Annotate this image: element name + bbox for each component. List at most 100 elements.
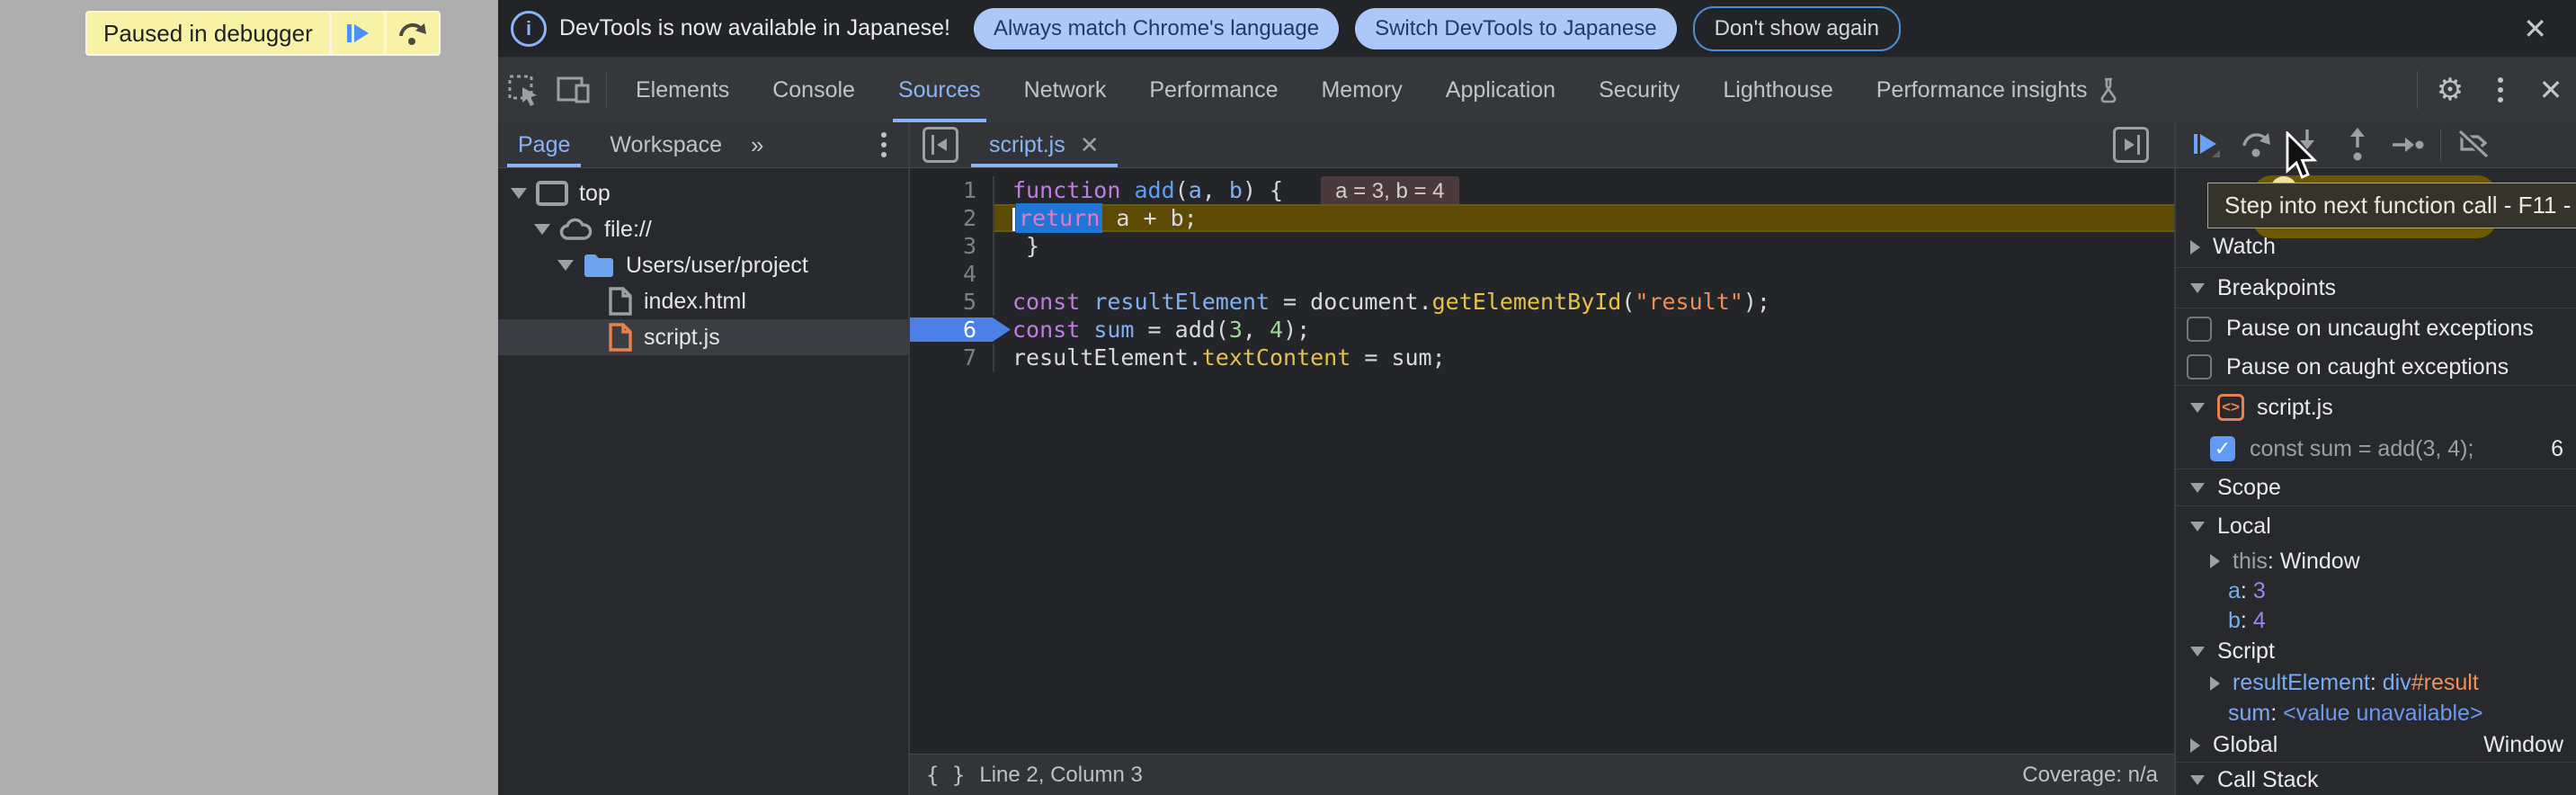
navigator-menu-kebab-icon[interactable] xyxy=(881,132,887,157)
tree-item-index-html[interactable]: index.html xyxy=(498,283,908,319)
resume-button[interactable] xyxy=(2181,123,2232,166)
step-icon xyxy=(2391,135,2425,155)
collapse-navigator-icon[interactable] xyxy=(923,127,958,163)
infobar-message: DevTools is now available in Japanese! xyxy=(559,15,950,41)
line-number[interactable]: 3 xyxy=(910,232,994,260)
code-line: 5const resultElement = document.getEleme… xyxy=(910,288,2174,316)
navigator-toolbar: Page Workspace » xyxy=(498,122,908,168)
pause-caught-checkbox[interactable] xyxy=(2187,354,2212,380)
switch-to-japanese-button[interactable]: Switch DevTools to Japanese xyxy=(1355,8,1677,49)
tree-item-script-js[interactable]: script.js xyxy=(498,319,908,355)
more-tabs-chevron[interactable]: » xyxy=(742,131,770,159)
tab-security[interactable]: Security xyxy=(1577,58,1701,122)
pause-uncaught-label: Pause on uncaught exceptions xyxy=(2226,316,2534,342)
inspect-icon xyxy=(507,74,539,106)
device-toolbar-icon xyxy=(557,75,591,105)
step-out-button[interactable] xyxy=(2332,123,2383,166)
callstack-section-header[interactable]: Call Stack xyxy=(2176,763,2576,795)
resume-icon xyxy=(2190,129,2223,161)
code-line: 6const sum = add(3, 4); xyxy=(910,316,2174,344)
settings-gear-icon[interactable]: ⚙ xyxy=(2425,67,2475,112)
tree-item-project-folder[interactable]: Users/user/project xyxy=(498,247,908,283)
tab-performance[interactable]: Performance xyxy=(1128,58,1299,122)
resume-script-button[interactable] xyxy=(329,13,384,54)
inspect-element-button[interactable] xyxy=(498,67,548,112)
collapse-arrow-icon[interactable] xyxy=(2190,240,2200,255)
devtools-close-icon[interactable]: ✕ xyxy=(2526,67,2576,112)
infobar-close-icon[interactable]: ✕ xyxy=(2523,14,2547,43)
editor-tab-close-icon[interactable]: ✕ xyxy=(1080,133,1100,156)
scope-sum-row[interactable]: sum: <value unavailable> xyxy=(2176,699,2576,728)
scope-b-row[interactable]: b: 4 xyxy=(2176,606,2576,636)
device-toolbar-button[interactable] xyxy=(548,67,599,112)
scope-key: a xyxy=(2228,578,2241,604)
breakpoint-entry[interactable]: ✓ const sum = add(3, 4); 6 xyxy=(2176,429,2576,469)
scope-a-row[interactable]: a: 3 xyxy=(2176,576,2576,606)
tree-item-top[interactable]: top xyxy=(498,175,908,211)
tree-item-file-origin[interactable]: file:// xyxy=(498,211,908,247)
expand-arrow-icon[interactable] xyxy=(534,224,550,235)
pretty-print-icon[interactable]: { } xyxy=(926,763,965,788)
step-button[interactable] xyxy=(2383,123,2433,166)
code-line: 2return a + b; xyxy=(910,204,2174,232)
editor-statusbar: { } Line 2, Column 3 Coverage: n/a xyxy=(910,754,2174,795)
pause-caught-label: Pause on caught exceptions xyxy=(2226,354,2509,380)
breakpoints-section-header[interactable]: Breakpoints xyxy=(2176,268,2576,308)
tab-workspace[interactable]: Workspace xyxy=(590,122,742,167)
scope-global-header[interactable]: Global Window xyxy=(2176,728,2576,762)
breakpoint-file-group[interactable]: <> script.js xyxy=(2176,386,2576,429)
expand-arrow-icon[interactable] xyxy=(2190,738,2200,753)
collapse-debugger-icon[interactable] xyxy=(2113,127,2149,163)
code-line: 4 xyxy=(910,260,2174,288)
tab-performance-insights[interactable]: Performance insights xyxy=(1855,58,2142,122)
scope-local-header[interactable]: Local xyxy=(2176,506,2576,546)
tab-memory[interactable]: Memory xyxy=(1299,58,1423,122)
breakpoint-file-label: script.js xyxy=(2257,395,2333,421)
tab-lighthouse[interactable]: Lighthouse xyxy=(1701,58,1854,122)
line-number[interactable]: 1 xyxy=(910,176,994,204)
tab-sources[interactable]: Sources xyxy=(877,58,1003,122)
collapse-arrow-icon[interactable] xyxy=(2190,647,2205,657)
tab-elements[interactable]: Elements xyxy=(614,58,751,122)
pause-uncaught-row: Pause on uncaught exceptions xyxy=(2176,308,2576,349)
scope-this-row[interactable]: this: Window xyxy=(2176,546,2576,576)
expand-arrow-icon[interactable] xyxy=(557,260,574,271)
code-token: ( xyxy=(1175,177,1189,203)
line-number[interactable]: 7 xyxy=(910,344,994,371)
code-line: 7resultElement.textContent = sum; xyxy=(910,344,2174,371)
debugger-toolbar-divider xyxy=(2440,129,2441,161)
line-number[interactable]: 5 xyxy=(910,288,994,316)
scope-resultelement-row[interactable]: resultElement: div#result xyxy=(2176,667,2576,699)
collapse-arrow-icon[interactable] xyxy=(2190,522,2205,531)
breakpoint-checkbox[interactable]: ✓ xyxy=(2210,436,2235,461)
dont-show-again-button[interactable]: Don't show again xyxy=(1693,6,1901,51)
collapse-arrow-icon[interactable] xyxy=(2190,775,2205,785)
scope-value: 4 xyxy=(2253,608,2266,634)
expand-arrow-icon[interactable] xyxy=(2210,554,2220,568)
editor-tab-script-js[interactable]: script.js ✕ xyxy=(971,122,1118,167)
tab-network[interactable]: Network xyxy=(1003,58,1128,122)
expand-arrow-icon[interactable] xyxy=(2210,676,2220,691)
collapse-arrow-icon[interactable] xyxy=(2190,403,2205,413)
always-match-language-button[interactable]: Always match Chrome's language xyxy=(974,8,1339,49)
code-editor[interactable]: 1function add(a, b) {a = 3, b = 42return… xyxy=(910,168,2174,754)
line-number[interactable]: 4 xyxy=(910,260,994,288)
tab-application[interactable]: Application xyxy=(1424,58,1577,122)
devtools-menu-kebab-icon[interactable] xyxy=(2475,67,2526,112)
line-number[interactable]: 6 xyxy=(910,316,994,344)
tree-item-label: top xyxy=(579,181,611,207)
deactivate-breakpoints-button[interactable] xyxy=(2448,123,2499,166)
scope-section-header[interactable]: Scope xyxy=(2176,469,2576,505)
collapse-arrow-icon[interactable] xyxy=(2190,283,2205,293)
step-over-button[interactable] xyxy=(2232,123,2282,166)
line-number[interactable]: 2 xyxy=(910,204,994,232)
code-token: = document. xyxy=(1270,289,1432,315)
code-token: ); xyxy=(1743,289,1770,315)
scope-script-header[interactable]: Script xyxy=(2176,636,2576,667)
tab-console[interactable]: Console xyxy=(751,58,877,122)
tab-page[interactable]: Page xyxy=(498,122,590,167)
expand-arrow-icon[interactable] xyxy=(511,188,527,199)
pause-uncaught-checkbox[interactable] xyxy=(2187,317,2212,342)
step-over-button[interactable] xyxy=(384,13,439,54)
collapse-arrow-icon[interactable] xyxy=(2190,483,2205,493)
